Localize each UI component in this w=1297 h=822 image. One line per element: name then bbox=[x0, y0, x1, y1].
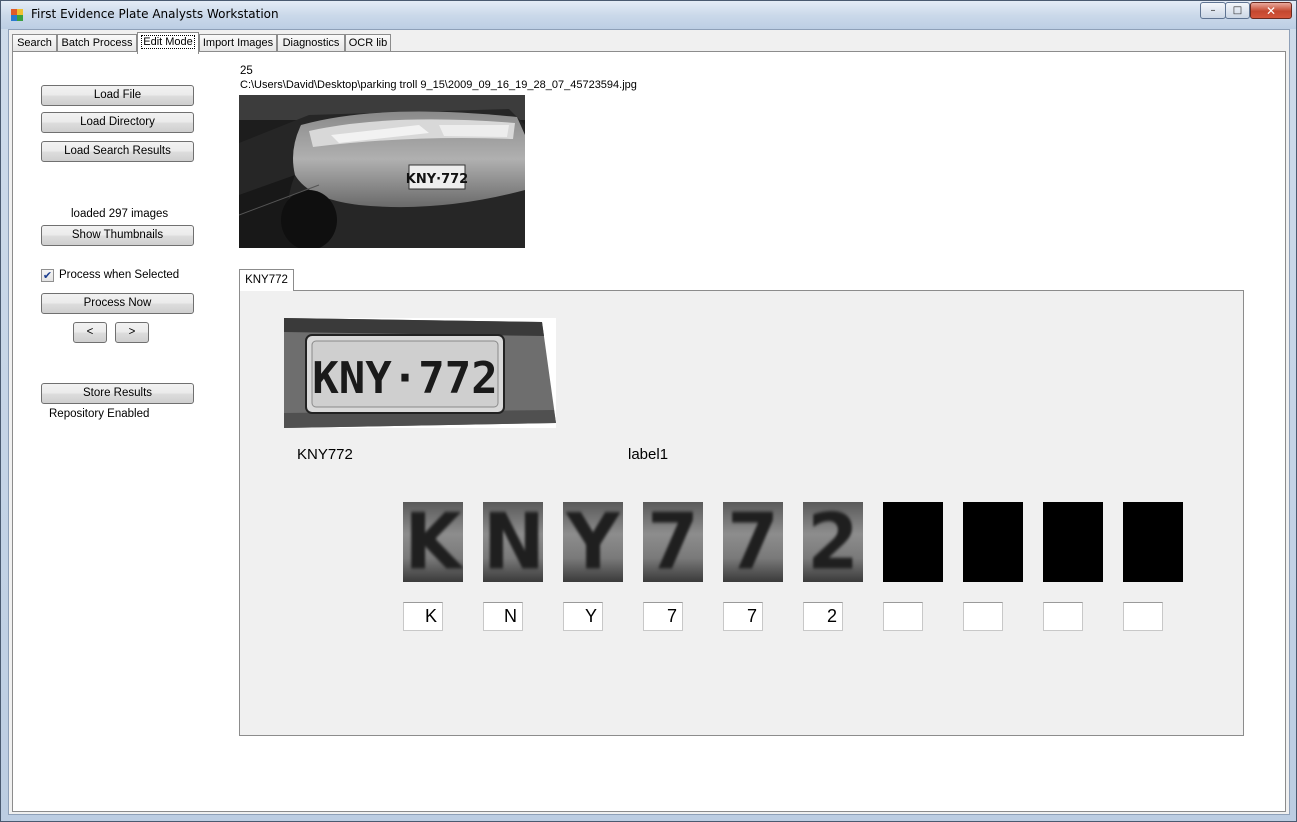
store-results-button[interactable]: Store Results bbox=[41, 383, 194, 404]
glyph-image-7 bbox=[883, 502, 943, 582]
next-button[interactable]: > bbox=[115, 322, 149, 343]
glyph-char-4: 7 bbox=[647, 502, 699, 582]
tab-plate-kny772[interactable]: KNY772 bbox=[239, 269, 294, 291]
glyph-image-9 bbox=[1043, 502, 1103, 582]
maximize-button[interactable]: □ bbox=[1225, 2, 1250, 19]
load-directory-button[interactable]: Load Directory bbox=[41, 112, 194, 133]
plate-crop-drawing: KNY·772 bbox=[284, 318, 556, 428]
tab-edit-mode-label: Edit Mode bbox=[141, 35, 195, 49]
glyph-image-10 bbox=[1123, 502, 1183, 582]
glyph-image-2: N bbox=[483, 502, 543, 582]
glyph-image-4: 7 bbox=[643, 502, 703, 582]
title-bar[interactable]: First Evidence Plate Analysts Workstatio… bbox=[1, 1, 1296, 29]
app-icon bbox=[11, 9, 23, 21]
tab-edit-mode[interactable]: Edit Mode bbox=[137, 32, 199, 54]
char-input-7[interactable] bbox=[883, 602, 923, 631]
vehicle-photo-drawing: KNY·772 bbox=[239, 95, 525, 248]
photo-plate-text: KNY·772 bbox=[406, 172, 468, 187]
image-index-label: 25 bbox=[240, 65, 253, 77]
glyph-char-3: Y bbox=[566, 502, 620, 582]
edit-mode-page: Load File Load Directory Load Search Res… bbox=[12, 51, 1286, 812]
char-input-10[interactable] bbox=[1123, 602, 1163, 631]
char-input-9[interactable] bbox=[1043, 602, 1083, 631]
image-path-label: C:\Users\David\Desktop\parking troll 9_1… bbox=[240, 79, 637, 91]
char-input-2[interactable]: N bbox=[483, 602, 523, 631]
loaded-count-label: loaded 297 images bbox=[71, 208, 169, 220]
glyph-char-1: K bbox=[404, 502, 462, 582]
client-area: Search Batch Process Edit Mode Import Im… bbox=[8, 29, 1290, 815]
char-input-6[interactable]: 2 bbox=[803, 602, 843, 631]
app-window: First Evidence Plate Analysts Workstatio… bbox=[0, 0, 1297, 822]
char-input-3[interactable]: Y bbox=[563, 602, 603, 631]
minimize-button[interactable]: – bbox=[1200, 2, 1226, 19]
char-input-4[interactable]: 7 bbox=[643, 602, 683, 631]
close-button[interactable]: ✕ bbox=[1250, 2, 1292, 19]
glyph-image-8 bbox=[963, 502, 1023, 582]
glyph-char-2: N bbox=[483, 502, 543, 582]
vehicle-photo: KNY·772 bbox=[239, 95, 525, 248]
label1: label1 bbox=[628, 446, 669, 463]
plate-read-label: KNY772 bbox=[297, 446, 353, 463]
previous-button[interactable]: < bbox=[73, 322, 107, 343]
repository-status-label: Repository Enabled bbox=[49, 408, 150, 420]
glyph-char-5: 7 bbox=[727, 502, 779, 582]
glyph-image-1: K bbox=[403, 502, 463, 582]
glyph-image-5: 7 bbox=[723, 502, 783, 582]
char-input-8[interactable] bbox=[963, 602, 1003, 631]
glyph-char-6: 2 bbox=[807, 502, 859, 582]
load-file-button[interactable]: Load File bbox=[41, 85, 194, 106]
glyph-image-6: 2 bbox=[803, 502, 863, 582]
show-thumbnails-button[interactable]: Show Thumbnails bbox=[41, 225, 194, 246]
plate-crop-image: KNY·772 bbox=[284, 318, 556, 428]
glyph-image-3: Y bbox=[563, 502, 623, 582]
plate-crop-text: KNY·772 bbox=[312, 353, 497, 404]
window-title: First Evidence Plate Analysts Workstatio… bbox=[31, 7, 279, 21]
plate-tab-page: KNY·772 KNY772 label1 K N Y 7 7 2 K N Y … bbox=[239, 290, 1244, 736]
char-input-1[interactable]: K bbox=[403, 602, 443, 631]
char-input-5[interactable]: 7 bbox=[723, 602, 763, 631]
process-now-button[interactable]: Process Now bbox=[41, 293, 194, 314]
process-when-selected-checkbox[interactable]: ✔ bbox=[41, 269, 54, 282]
load-search-results-button[interactable]: Load Search Results bbox=[41, 141, 194, 162]
process-when-selected-label: Process when Selected bbox=[59, 269, 180, 281]
